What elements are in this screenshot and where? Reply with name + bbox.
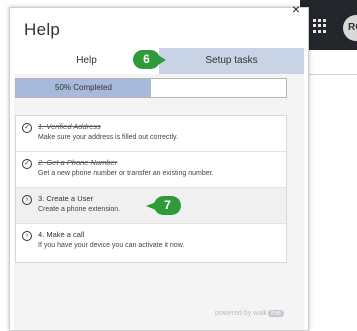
task-item-phone-number[interactable]: ✓ 2. Get a Phone Number Get a new phone … bbox=[16, 152, 286, 188]
footer-text: powered by walk bbox=[215, 310, 268, 317]
check-circle-icon: ✓ bbox=[22, 159, 32, 169]
task-description: Get a new phone number or transfer an ex… bbox=[38, 170, 214, 177]
progress-bar: 50% Completed bbox=[15, 78, 287, 98]
panel-title: Help bbox=[24, 20, 61, 39]
task-item-make-call[interactable]: › 4. Make a call If you have your device… bbox=[16, 224, 286, 262]
progress-label: 50% Completed bbox=[55, 83, 112, 92]
task-title: 1. Verified Address bbox=[38, 122, 101, 131]
task-description: Make sure your address is filled out cor… bbox=[38, 134, 178, 141]
callout-marker-6: 6 bbox=[133, 50, 166, 69]
task-title: 4. Make a call bbox=[38, 230, 85, 239]
powered-by-footer: powered by walk me bbox=[215, 310, 284, 317]
task-description: Create a phone extension. bbox=[38, 206, 121, 213]
arrow-circle-icon: › bbox=[22, 231, 32, 241]
task-title: 2. Get a Phone Number bbox=[38, 158, 118, 167]
arrow-circle-icon: › bbox=[22, 195, 32, 205]
callout-marker-7: 7 bbox=[146, 196, 181, 215]
task-title: 3. Create a User bbox=[38, 194, 94, 203]
task-item-verified-address[interactable]: ✓ 1. Verified Address Make sure your add… bbox=[16, 116, 286, 152]
check-circle-icon: ✓ bbox=[22, 123, 32, 133]
footer-badge: me bbox=[268, 310, 284, 317]
app-grid-icon[interactable] bbox=[313, 19, 327, 33]
task-description: If you have your device you can activate… bbox=[38, 242, 185, 249]
background-divider bbox=[304, 74, 357, 75]
tab-setup-tasks[interactable]: Setup tasks bbox=[159, 48, 304, 74]
task-list: ✓ 1. Verified Address Make sure your add… bbox=[15, 115, 287, 263]
close-icon[interactable]: × bbox=[289, 2, 303, 16]
